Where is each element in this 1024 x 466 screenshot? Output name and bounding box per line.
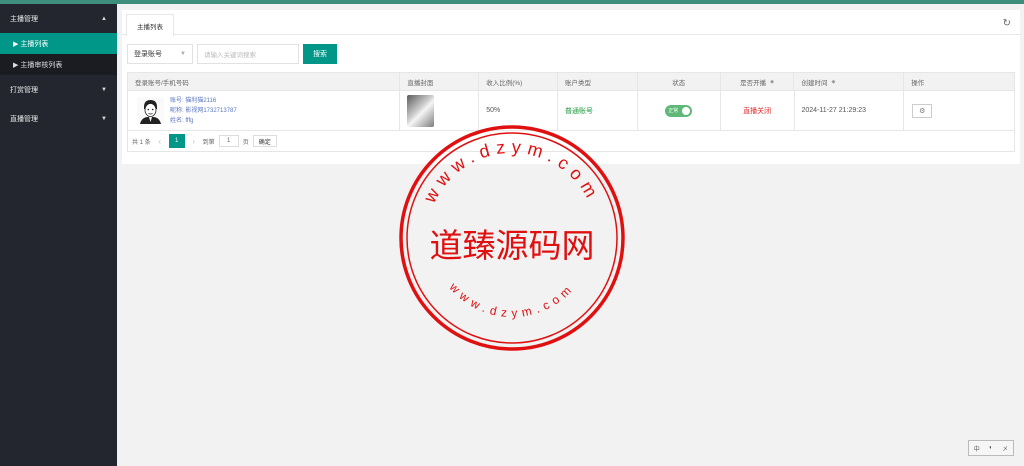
status-label: 正常 (668, 108, 679, 114)
avatar (137, 97, 164, 124)
chevron-down-icon: ▼ (180, 51, 186, 57)
live-cover-image[interactable] (407, 94, 435, 127)
column-header-live[interactable]: 是否开播 ◆ (721, 73, 795, 90)
watermark-ring-bottom: www.dzym.com (446, 279, 577, 320)
prev-page-icon[interactable]: ‹ (155, 137, 165, 146)
filter-bar: 登录账号 ▼ 请输入关键词搜索 搜索 (127, 44, 337, 64)
sidebar-group-label: 打赏管理 (10, 86, 38, 94)
header-label: 创建时间 (801, 79, 828, 87)
search-placeholder: 请输入关键词搜索 (204, 52, 256, 59)
live-cell: 直播关闭 (721, 91, 795, 130)
page-current[interactable]: 1 (168, 134, 185, 148)
header-label: 直播封面 (407, 79, 434, 87)
created-time: 2024-11-27 21:29:23 (801, 107, 866, 114)
ime-widget[interactable]: 中 ◐ 㐅 (968, 440, 1014, 456)
tab-label: 主播列表 (137, 23, 163, 31)
search-button[interactable]: 搜索 (303, 44, 337, 64)
sidebar-item-label: ▶ 主播审核列表 (13, 61, 63, 69)
field-select[interactable]: 登录账号 ▼ (127, 44, 193, 64)
sidebar: 主播管理 ▲ ▶ 主播列表 ▶ 主播审核列表 打赏管理 ▼ 直播管理 ▼ (0, 4, 117, 466)
status-toggle[interactable]: 正常 (665, 104, 693, 117)
sidebar-group-live[interactable]: 直播管理 ▼ (0, 104, 117, 133)
watermark-stamp: www.dzym.com www.dzym.com 道臻源码网 (399, 125, 625, 351)
settings-icon[interactable]: 㐅 (1002, 444, 1008, 453)
header-label: 登录账号/手机号码 (135, 79, 189, 87)
sort-icon[interactable]: ◆ (831, 79, 835, 85)
caret-down-icon: ▼ (101, 115, 107, 122)
header-label: 操作 (911, 79, 925, 87)
live-status: 直播关闭 (743, 107, 772, 115)
sidebar-group-label: 主播管理 (10, 15, 38, 23)
status-cell: 正常 (638, 91, 721, 130)
tab-anchor-list[interactable]: 主播列表 (126, 14, 174, 36)
header-label: 是否开播 (740, 79, 767, 87)
toggle-knob (682, 106, 691, 115)
goto-page-input[interactable]: 1 (218, 135, 239, 147)
moon-icon[interactable]: ◐ (989, 445, 993, 451)
tab-bar: 主播列表 ↻ (122, 10, 1020, 36)
next-page-icon[interactable]: › (189, 137, 199, 146)
ratio-value: 50% (486, 107, 501, 114)
total-count: 共 1 条 (132, 139, 151, 146)
caret-up-icon: ▲ (101, 15, 107, 22)
sidebar-group-label: 直播管理 (10, 115, 38, 123)
sidebar-group-anchor[interactable]: 主播管理 ▲ (0, 4, 117, 33)
sort-icon[interactable]: ◆ (770, 79, 774, 85)
ime-language[interactable]: 中 (974, 444, 980, 453)
header-label: 账户类型 (565, 79, 592, 87)
column-header-created[interactable]: 创建时间 ◆ (794, 73, 905, 90)
avatar-face-icon (137, 97, 164, 124)
column-header-account: 登录账号/手机号码 (128, 73, 401, 90)
column-header-actions: 操作 (904, 73, 1014, 90)
table-header: 登录账号/手机号码 直播封面 收入比例(%) 账户类型 状态 是否开播 ◆ 创建时… (128, 73, 1014, 91)
watermark-center-text: 道臻源码网 (430, 226, 595, 265)
column-header-type: 账户类型 (558, 73, 638, 90)
sidebar-item-anchor-list[interactable]: ▶ 主播列表 (0, 33, 117, 54)
account-type: 普通账号 (565, 107, 594, 115)
account-name: 姓名: fffg (170, 117, 194, 124)
sidebar-item-label: ▶ 主播列表 (13, 40, 49, 48)
account-cell: 账号: 猫利猫2116 昵称: 影视网1732713787 姓名: fffg (128, 91, 401, 130)
goto-confirm-button[interactable]: 确定 (252, 135, 277, 147)
sidebar-group-reward[interactable]: 打赏管理 ▼ (0, 75, 117, 104)
field-select-value: 登录账号 (134, 51, 162, 58)
refresh-icon[interactable]: ↻ (1003, 18, 1011, 29)
sidebar-submenu: ▶ 主播列表 ▶ 主播审核列表 (0, 33, 117, 75)
account-id: 账号: 猫利猫2116 (170, 97, 217, 104)
gear-icon[interactable]: ⚙ (912, 103, 933, 118)
caret-down-icon: ▼ (101, 86, 107, 93)
account-nickname: 昵称: 影视网1732713787 (170, 107, 237, 114)
page-unit: 页 (242, 139, 249, 146)
actions-cell: ⚙ (904, 91, 1014, 130)
header-label: 状态 (672, 79, 686, 87)
column-header-status: 状态 (638, 73, 721, 90)
sidebar-item-anchor-review[interactable]: ▶ 主播审核列表 (0, 54, 117, 75)
search-input[interactable]: 请输入关键词搜索 (197, 44, 299, 64)
column-header-ratio: 收入比例(%) (479, 73, 559, 90)
goto-label: 到第 (202, 139, 215, 146)
header-label: 收入比例(%) (486, 79, 523, 87)
account-info: 账号: 猫利猫2116 昵称: 影视网1732713787 姓名: fffg (170, 97, 237, 125)
column-header-cover: 直播封面 (400, 73, 480, 90)
created-cell: 2024-11-27 21:29:23 (795, 91, 905, 130)
